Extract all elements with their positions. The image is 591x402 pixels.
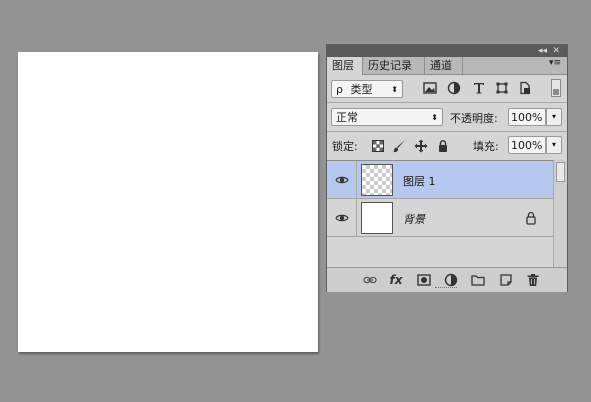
adjustment-icon[interactable] [444, 273, 458, 287]
opacity-label: 不透明度: [450, 112, 498, 125]
layers-bottom-toolbar: fx [327, 267, 567, 292]
lock-icon[interactable] [525, 211, 537, 225]
lock-icon[interactable] [436, 139, 450, 153]
folder-icon[interactable] [471, 273, 485, 287]
trash-icon[interactable] [526, 273, 540, 287]
link-icon[interactable] [363, 273, 377, 287]
fill-dropdown-button[interactable]: ▾ [546, 136, 562, 154]
layer-thumbnail[interactable] [361, 202, 393, 234]
layers-list: 图层 1 背景 [327, 160, 553, 268]
opacity-input[interactable]: 100% [508, 108, 546, 126]
panel-menu-icon[interactable]: ▾≡ [549, 58, 561, 68]
smart-object-filter-icon[interactable] [518, 81, 532, 95]
collapse-icon[interactable]: ◂◂ [538, 45, 547, 57]
tab-history[interactable]: 历史记录 [363, 57, 425, 74]
document-canvas[interactable] [18, 52, 318, 352]
visibility-cell[interactable] [327, 161, 357, 199]
layer-row-layer1[interactable]: 图层 1 [327, 161, 553, 199]
layers-panel: ◂◂ ✕ 图层 历史记录 通道 ▾≡ ρ 类型 ⬍ 正常 ⬍ 不透明度: 100… [326, 44, 568, 292]
visibility-cell[interactable] [327, 199, 357, 237]
fill-label: 填充: [473, 140, 499, 153]
layers-scrollbar[interactable] [553, 160, 567, 267]
eye-icon[interactable] [335, 173, 349, 187]
lock-label: 锁定: [332, 140, 358, 153]
panel-titlebar: ◂◂ ✕ [327, 45, 567, 57]
chevron-updown-icon: ⬍ [431, 113, 438, 122]
blend-mode-select[interactable]: 正常 ⬍ [331, 108, 443, 126]
filter-kind-select[interactable]: ρ 类型 ⬍ [331, 80, 403, 98]
filter-toggle-knob [553, 89, 559, 95]
filter-kind-label: 类型 [350, 83, 373, 96]
brush-icon[interactable] [392, 139, 406, 153]
layer-row-background[interactable]: 背景 [327, 199, 553, 237]
tab-layers[interactable]: 图层 [327, 57, 363, 75]
close-icon[interactable]: ✕ [552, 45, 560, 57]
adjustment-filter-icon[interactable] [447, 81, 461, 95]
search-icon: ρ [336, 83, 343, 96]
divider [327, 102, 567, 103]
image-filter-icon[interactable] [423, 81, 437, 95]
fx-icon[interactable]: fx [389, 273, 403, 287]
opacity-dropdown-button[interactable]: ▾ [546, 108, 562, 126]
resize-grip[interactable] [435, 287, 457, 290]
divider [327, 131, 567, 132]
filter-toggle[interactable] [551, 79, 561, 97]
eye-icon[interactable] [335, 211, 349, 225]
type-filter-icon[interactable] [472, 81, 486, 95]
shape-filter-icon[interactable] [495, 81, 509, 95]
lock-transparent-pixels-icon[interactable] [371, 139, 385, 153]
blend-mode-value: 正常 [336, 111, 358, 124]
layer-thumbnail[interactable] [361, 164, 393, 196]
move-icon[interactable] [414, 139, 428, 153]
tab-channels[interactable]: 通道 [425, 57, 463, 74]
chevron-updown-icon: ⬍ [391, 85, 398, 94]
scrollbar-thumb[interactable] [556, 162, 565, 182]
new-layer-icon[interactable] [499, 273, 513, 287]
layer-name[interactable]: 图层 1 [403, 173, 436, 189]
fill-input[interactable]: 100% [508, 136, 546, 154]
panel-tabs: 图层 历史记录 通道 [327, 57, 567, 75]
layer-name[interactable]: 背景 [403, 211, 425, 227]
mask-icon[interactable] [417, 273, 431, 287]
